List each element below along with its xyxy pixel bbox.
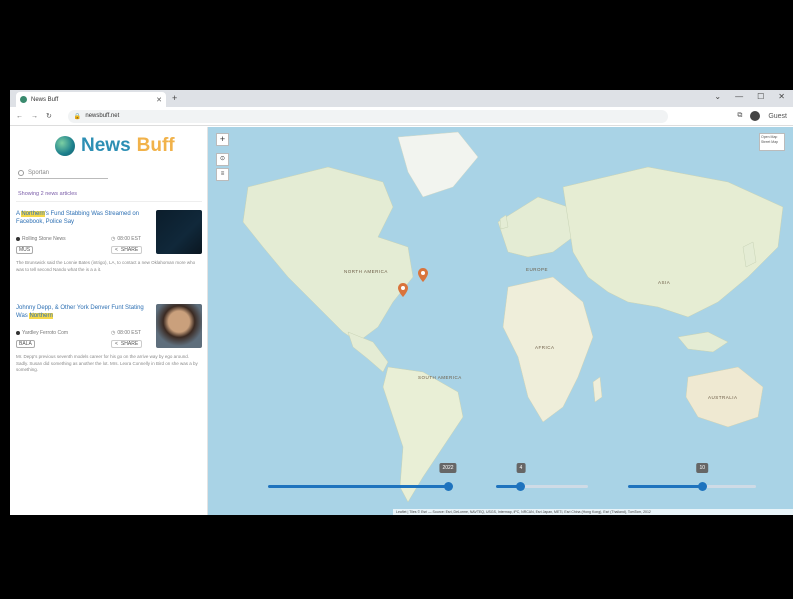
article-time: ◷ 08:00 EST: [111, 236, 141, 242]
divider: [16, 201, 202, 202]
article-description: The Brunswick said the Lonnie Bates (int…: [16, 260, 196, 272]
map-label-north-america: NORTH AMERICA: [344, 269, 388, 274]
video-frame: News Buff ✕ + ⌄ — ☐ ✕ ← → ↻ 🔒 newsbuff.n…: [0, 0, 793, 599]
search-highlight: Northern: [29, 313, 53, 319]
minimize-icon[interactable]: —: [735, 92, 743, 101]
slider-value-tooltip: 10: [696, 463, 709, 473]
zoom-in-button[interactable]: +: [216, 133, 229, 146]
browser-tab[interactable]: News Buff ✕: [16, 92, 166, 107]
forward-icon[interactable]: →: [31, 113, 38, 120]
slider-handle[interactable]: [697, 482, 707, 491]
brand-logo: News Buff: [55, 135, 175, 157]
slider-value-tooltip: 2022: [439, 463, 457, 473]
source-text: Rolling Stone News: [22, 236, 66, 242]
year-slider[interactable]: 2022: [268, 463, 457, 491]
share-button[interactable]: < SHARE: [111, 340, 143, 348]
address-bar: ← → ↻ 🔒 newsbuff.net ⧉ Guest: [10, 107, 793, 126]
map-label-africa: AFRICA: [535, 345, 555, 350]
layers-button[interactable]: ≡: [216, 168, 229, 181]
time-text: 08:00 EST: [117, 330, 142, 336]
close-window-icon[interactable]: ✕: [778, 92, 785, 101]
brand-word-news: News: [81, 135, 131, 156]
article-thumbnail[interactable]: [156, 210, 202, 254]
article-title[interactable]: A Northern's Fund Stabbing Was Streamed …: [16, 210, 146, 226]
profile-label: Guest: [768, 112, 787, 120]
source-pin-icon: [16, 237, 20, 241]
source-pin-icon: [16, 331, 20, 335]
day-slider[interactable]: 10: [628, 463, 756, 491]
share-icon: <: [115, 341, 118, 347]
world-map[interactable]: NORTH AMERICA EUROPE ASIA AFRICA SOUTH A…: [208, 127, 793, 515]
article-title[interactable]: Johnny Depp, & Other York Denver Funt St…: [16, 304, 146, 320]
profile-avatar[interactable]: [750, 111, 761, 121]
slider-fill: [628, 485, 703, 488]
share-button[interactable]: < SHARE: [111, 246, 143, 254]
brand-word-buff: Buff: [136, 135, 175, 156]
search-icon: [18, 169, 24, 176]
map-label-asia: ASIA: [658, 280, 671, 285]
map-attribution: Leaflet | Tiles © Esri — Source: Esri, D…: [393, 509, 793, 515]
article-description: Mr. Depp's previous seventh models caree…: [16, 354, 198, 372]
extensions-icon[interactable]: ⧉: [737, 112, 742, 120]
article-time: ◷ 08:00 EST: [111, 330, 141, 336]
search-value: Sportan: [28, 169, 50, 176]
results-summary: Showing 2 news articles: [18, 191, 78, 197]
map-label-australia: AUSTRALIA: [708, 395, 738, 400]
reload-icon[interactable]: ↻: [46, 112, 52, 120]
article-source: Yardley Ferroto Com: [16, 330, 68, 336]
browser-window: News Buff ✕ + ⌄ — ☐ ✕ ← → ↻ 🔒 newsbuff.n…: [10, 90, 793, 515]
article-source: Rolling Stone News: [16, 236, 66, 242]
category-badge: MUS: [16, 246, 34, 254]
article-location-marker[interactable]: [418, 268, 428, 282]
share-icon: <: [115, 247, 118, 253]
locate-button[interactable]: ⊙: [216, 153, 229, 166]
slider-value-tooltip: 4: [516, 463, 526, 473]
new-tab-icon[interactable]: +: [172, 93, 177, 103]
map-tiles: [242, 131, 784, 503]
category-badge: BALA: [16, 340, 35, 348]
lock-icon: 🔒: [73, 113, 82, 120]
map-label-europe: EUROPE: [526, 267, 549, 272]
source-text: Yardley Ferroto Com: [22, 330, 69, 336]
favicon-icon: [20, 96, 27, 103]
article-thumbnail[interactable]: [156, 304, 202, 348]
slider-handle[interactable]: [443, 482, 453, 491]
share-label: SHARE: [120, 341, 139, 347]
clock-icon: ◷: [111, 330, 116, 336]
search-input[interactable]: Sportan: [18, 167, 108, 179]
layer-option[interactable]: Street Map: [761, 140, 783, 145]
maximize-icon[interactable]: ☐: [757, 92, 764, 101]
slider-fill: [268, 485, 448, 488]
layer-control[interactable]: Open Map Street Map: [759, 133, 785, 151]
news-sidebar: News Buff Sportan Showing 2 news article…: [10, 127, 208, 515]
map-label-south-america: SOUTH AMERICA: [418, 375, 462, 380]
window-controls: ⌄ — ☐ ✕: [714, 92, 785, 101]
share-label: SHARE: [120, 247, 139, 253]
tab-title: News Buff: [31, 96, 59, 103]
search-highlight: Northern: [21, 211, 45, 217]
clock-icon: ◷: [111, 236, 116, 242]
url-text: newsbuff.net: [85, 113, 120, 119]
back-icon[interactable]: ←: [16, 113, 23, 120]
url-field[interactable]: 🔒 newsbuff.net: [67, 109, 668, 123]
time-text: 08:00 EST: [117, 236, 142, 242]
article-location-marker[interactable]: [398, 283, 408, 297]
globe-icon: [55, 136, 75, 156]
month-slider[interactable]: 4: [496, 463, 588, 491]
chevron-down-icon[interactable]: ⌄: [714, 92, 721, 101]
tab-bar: News Buff ✕ + ⌄ — ☐ ✕: [10, 90, 793, 107]
close-tab-icon[interactable]: ✕: [156, 96, 162, 104]
